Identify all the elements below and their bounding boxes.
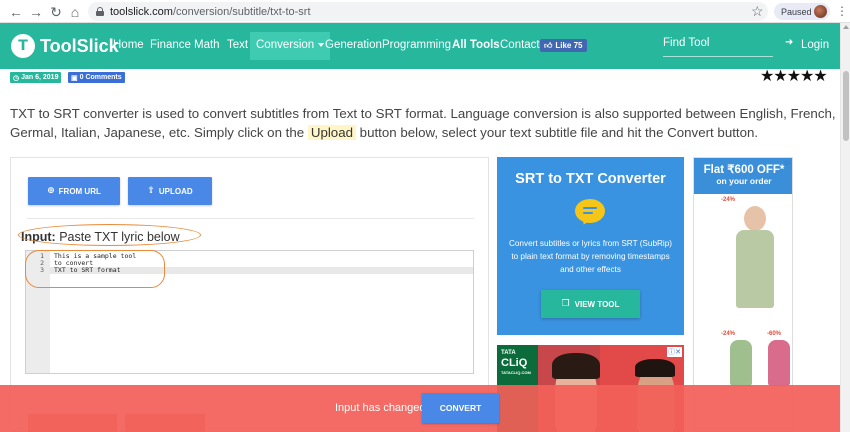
nav-conversion[interactable]: Conversion	[250, 32, 331, 60]
product-image	[768, 340, 790, 386]
site-logo[interactable]: T ToolSlick	[11, 34, 119, 58]
profile-status: Paused	[781, 6, 812, 17]
date-badge: ◷ Jan 6, 2019	[10, 72, 62, 83]
discount-badge: -60%	[767, 331, 782, 337]
ad-person-hair	[635, 359, 675, 377]
nav-home[interactable]: Home	[113, 39, 144, 51]
nav-contact[interactable]: Contact	[500, 39, 540, 51]
promo-description: Convert subtitles or lyrics from SRT (Su…	[508, 239, 673, 274]
offer-line-1: Flat ₹600 OFF*	[703, 164, 785, 176]
nav-all-tools[interactable]: All Tools	[452, 39, 500, 51]
forward-icon[interactable]: →	[26, 2, 46, 22]
chat-bubble-icon	[575, 199, 605, 223]
date-text: Jan 6, 2019	[21, 74, 59, 81]
thumbs-up-icon: 👍︎	[544, 40, 553, 50]
avatar	[814, 5, 827, 18]
browser-toolbar: ← → ↻ ⌂ toolslick.com/conversion/subtitl…	[0, 0, 850, 23]
find-tool-underline	[663, 56, 773, 57]
like-label: Like 75	[555, 41, 583, 50]
description: TXT to SRT converter is used to convert …	[10, 104, 838, 142]
profile-button[interactable]: Paused	[774, 3, 830, 20]
comments-badge[interactable]: ▣ 0 Comments	[68, 72, 125, 83]
ad-choices-icon[interactable]: ⓘ✕	[667, 347, 682, 357]
find-tool-input[interactable]: Find Tool	[663, 37, 709, 49]
comments-text: 0 Comments	[79, 74, 122, 81]
srt-to-txt-promo[interactable]: SRT to TXT Converter Convert subtitles o…	[497, 157, 684, 335]
login-label: Login	[801, 39, 830, 51]
nav-programming[interactable]: Programming	[382, 39, 451, 51]
input-changed-bar: Input has changed CONVERT	[0, 385, 840, 432]
logo-mark-icon: T	[11, 34, 35, 58]
ad-brand-sub: TATACLIQ.COM	[501, 370, 531, 375]
discount-badge: -24%	[721, 331, 736, 337]
upload-highlight: Upload	[307, 125, 356, 140]
product-image	[730, 340, 752, 386]
login-icon	[785, 37, 796, 50]
scroll-up-icon[interactable]	[843, 25, 849, 29]
view-tool-button[interactable]: ❐ VIEW TOOL	[541, 290, 640, 318]
home-icon[interactable]: ⌂	[65, 2, 85, 22]
nav-text[interactable]: Text	[227, 39, 248, 51]
ad-info-icon[interactable]: ▷	[786, 159, 791, 167]
nav-conversion-label: Conversion	[256, 39, 315, 51]
ad-brand: TATA CLiQ TATACLIQ.COM	[501, 350, 531, 377]
star-rating[interactable]: ★★★★★	[760, 66, 828, 85]
ad-brand-top: TATA	[501, 350, 516, 356]
upload-icon: ⇪	[147, 186, 155, 196]
copy-icon: ❐	[561, 299, 570, 309]
facebook-like-button[interactable]: 👍︎ Like 75	[540, 39, 587, 52]
promo-title: SRT to TXT Converter	[515, 171, 666, 187]
globe-icon: ⊕	[47, 186, 55, 196]
offer-banner: Flat ₹600 OFF* on your order	[694, 158, 792, 194]
login-link[interactable]: Login	[785, 37, 830, 51]
reload-icon[interactable]: ↻	[46, 2, 66, 22]
logo-text: ToolSlick	[40, 35, 119, 56]
bookmark-star-icon[interactable]: ☆	[751, 3, 764, 20]
page-scrollbar[interactable]	[840, 23, 850, 432]
ad-person-hair	[552, 353, 600, 379]
convert-button[interactable]: CONVERT	[422, 393, 499, 423]
discount-badge: -24%	[721, 197, 736, 203]
scrollbar-thumb[interactable]	[843, 71, 849, 141]
address-bar[interactable]: toolslick.com/conversion/subtitle/txt-to…	[88, 2, 768, 21]
ad-brand-name: CLiQ	[501, 357, 528, 369]
back-icon[interactable]: ←	[6, 2, 26, 22]
from-url-button[interactable]: ⊕ FROM URL	[28, 177, 120, 205]
url-domain: toolslick.com	[110, 5, 173, 18]
url-path: /conversion/subtitle/txt-to-srt	[172, 5, 311, 18]
product-image	[736, 230, 774, 308]
lock-icon	[96, 7, 104, 16]
product-image	[744, 206, 766, 231]
annotation-oval-editor	[25, 250, 165, 288]
offer-line-2: on your order	[716, 176, 772, 186]
annotation-oval-label	[18, 224, 201, 246]
notification-message: Input has changed	[335, 402, 426, 414]
site-header: T ToolSlick Home Finance Math Text Conve…	[0, 23, 840, 69]
from-url-label: FROM URL	[58, 186, 101, 196]
divider	[27, 218, 474, 219]
upload-label: UPLOAD	[158, 186, 193, 196]
description-text-2: button below, select your text subtitle …	[355, 125, 759, 140]
nav-finance[interactable]: Finance	[150, 39, 191, 51]
view-tool-label: VIEW TOOL	[574, 299, 620, 309]
browser-menu-icon[interactable]: ⋮	[836, 4, 848, 18]
caret-down-icon	[318, 42, 325, 47]
upload-button[interactable]: ⇪ UPLOAD	[128, 177, 212, 205]
nav-generation[interactable]: Generation	[325, 39, 382, 51]
nav-math[interactable]: Math	[194, 39, 220, 51]
